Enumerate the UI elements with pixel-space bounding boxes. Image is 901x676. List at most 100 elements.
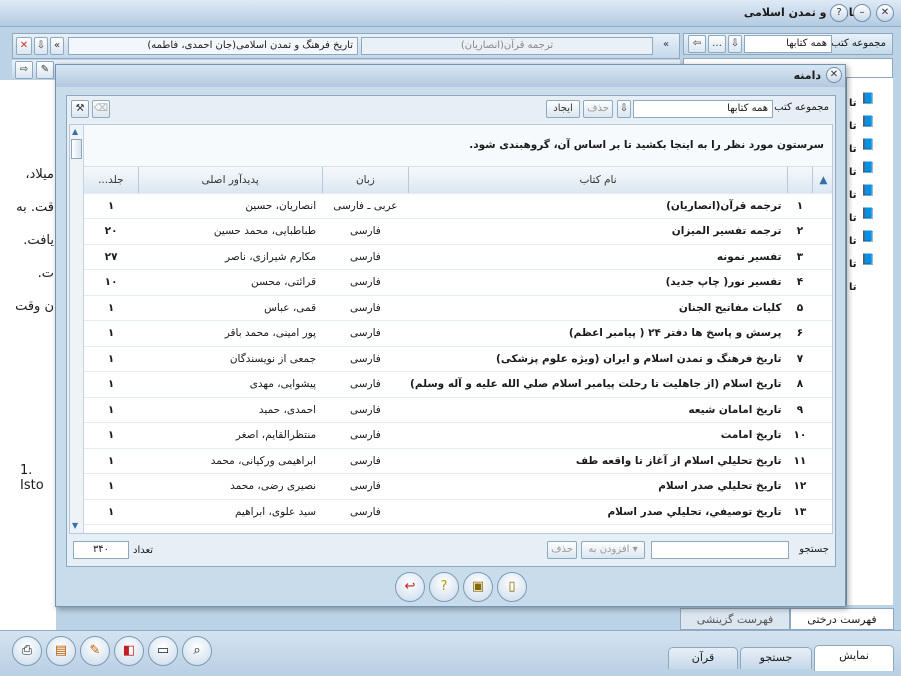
header-author[interactable]: پدیدآور اصلی (137, 167, 323, 194)
cell-author: جمعی از نويسندگان (138, 346, 323, 372)
cell-volume: ١ (84, 295, 139, 321)
tab-tree-list[interactable]: فهرست درختی (790, 608, 894, 630)
header-language[interactable]: زبان (321, 167, 409, 194)
cell-language: فارسی (322, 448, 409, 474)
export-icon[interactable]: ▣ (463, 572, 493, 602)
edit-icon[interactable]: ✎ (80, 636, 110, 666)
book-icon: 📘 (861, 253, 875, 266)
dialog-collection-label: مجموعه کتب (774, 102, 829, 113)
book-icon: 📘 (861, 138, 875, 151)
tab-active-doc[interactable]: تاریخ فرهنگ و تمدن اسلامی(جان احمدی، فاط… (68, 37, 358, 55)
tree-item[interactable]: تا (849, 138, 857, 161)
arrow-down-icon[interactable]: ⇩ (34, 37, 48, 55)
minimize-icon[interactable]: – (853, 4, 871, 22)
table-row[interactable]: ١٠ تاريخ امامت فارسی منتظرالقايم، اصغر ١ (84, 422, 832, 449)
tab-quran[interactable]: قرآن (668, 647, 738, 669)
cell-volume: ١٠ (84, 269, 139, 296)
scroll-thumb[interactable] (71, 139, 82, 159)
table-row[interactable]: ۵ کليات مفاتيح الجنان فارسی قمی، عباس ١ (84, 295, 832, 321)
table-row[interactable]: ٢ ترجمه تفسير الميزان فارسی طباطبايی، محمد … (84, 218, 832, 245)
eraser-icon[interactable]: ⌫ (92, 100, 110, 118)
layout-icon[interactable]: ▭ (148, 636, 178, 666)
wrench-icon[interactable]: ⚒ (71, 100, 89, 118)
row-selector (812, 422, 832, 449)
back-icon[interactable]: ⇦ (688, 35, 706, 53)
tree-item[interactable]: تا (849, 115, 857, 138)
table-row[interactable]: ١٣ تاريخ توصيفي، تحليلي صدر اسلام فارسی سيد… (84, 499, 832, 525)
arrow-down-icon[interactable]: ⇩ (728, 35, 742, 53)
row-num-header[interactable] (786, 167, 813, 194)
search-icon[interactable]: ⌕ (182, 636, 212, 666)
cell-volume: ١ (84, 473, 139, 500)
scroll-down-icon[interactable]: ▼ (72, 521, 78, 530)
books-table: ▲ نام کتاب زبان پدیدآور اصلی جلد... ١ ترج… (84, 167, 832, 525)
row-number: ١٢ (787, 473, 813, 500)
grid-scrollbar[interactable]: ▲ ▼ (70, 125, 84, 533)
print-icon[interactable]: ⎙ (12, 636, 42, 666)
close-doc-icon[interactable]: ✕ (16, 37, 32, 55)
arrow-left-icon[interactable]: « (50, 37, 64, 55)
table-row[interactable]: ١ ترجمه قرآن(انصاريان) عربی ـ فارسی انصاريا… (84, 193, 832, 219)
table-row[interactable]: ١٢ تاريخ تحليلي صدر اسلام فارسی نصيری رضی، … (84, 473, 832, 500)
table-row[interactable]: ١١ تاريخ تحليلي اسلام از آغاز تا واقعه طف… (84, 448, 832, 474)
dialog-collection-select[interactable]: همه کتابها (633, 100, 773, 118)
delete-button[interactable]: حذف (583, 100, 613, 118)
close-icon[interactable]: ✕ (876, 4, 894, 22)
tree-item[interactable]: تا (849, 207, 857, 230)
document-tab-bar: ✕ ⇩ « تاریخ فرهنگ و تمدن اسلامی(جان احمد… (12, 33, 680, 59)
sort-column-header[interactable]: ▲ (811, 167, 832, 194)
tools-icon[interactable]: ✎ (36, 61, 54, 79)
cell-book-name: تاريخ توصيفي، تحليلي صدر اسلام (408, 499, 788, 525)
tab-show[interactable]: نمایش (814, 645, 894, 671)
document-text: میلاد، قت. به یافت. ت. ن وقت (15, 158, 54, 323)
table-row[interactable]: ٣ تفسير نمونه فارسی مکارم شيرازی، ناصر ٢٧ (84, 244, 832, 270)
tree-item[interactable]: تا (849, 184, 857, 207)
scope-dialog: دامنه ✕ مجموعه کتب همه کتابها ⇩ حذف ایجا… (55, 64, 846, 607)
chevron-left-icon[interactable]: « (658, 37, 674, 55)
table-row[interactable]: ۴ تفسير نور( چاپ جديد) فارسی قرائتی، محسن ١٠ (84, 269, 832, 296)
undo-icon[interactable]: ↩ (395, 572, 425, 602)
row-number: ٣ (787, 244, 813, 270)
dialog-close-icon[interactable]: ✕ (826, 67, 842, 83)
books-grid: ▲ ▼ سرستون مورد نظر را به اینجا بکشید تا… (69, 124, 833, 534)
table-row[interactable]: ٨ تاريخ اسلام (از جاهليت تا رحلت پيامبر ا… (84, 371, 832, 398)
cell-book-name: تاريخ تحليلي صدر اسلام (408, 473, 788, 500)
dialog-search-input[interactable] (651, 541, 789, 559)
forward-icon[interactable]: ⇨ (15, 61, 33, 79)
add-to-dropdown[interactable]: افزودن به ▾ (581, 541, 645, 559)
help-bulb-icon[interactable]: ? (429, 572, 459, 602)
group-by-area[interactable]: سرستون مورد نظر را به اینجا بکشید تا بر … (84, 125, 832, 167)
count-label: تعداد (133, 545, 154, 556)
tree-item[interactable]: تا (849, 276, 857, 299)
cell-language: فارسی (322, 244, 409, 270)
header-volume[interactable]: جلد... (84, 167, 139, 194)
bookmark-icon[interactable]: ◧ (114, 636, 144, 666)
delete-button-bottom[interactable]: حذف (547, 541, 577, 559)
scroll-up-icon[interactable]: ▲ (72, 127, 78, 136)
more-icon[interactable]: … (708, 35, 726, 53)
cell-book-name: تاريخ امامان شيعه (408, 397, 788, 423)
tree-item[interactable]: تا (849, 92, 857, 115)
help-icon[interactable]: ? (830, 4, 848, 22)
tab-search[interactable]: جستجو (740, 647, 812, 669)
cell-author: احمدی، حميد (138, 397, 323, 423)
tab-select-list[interactable]: فهرست گزینشی (680, 608, 790, 630)
cell-book-name: ترجمه تفسير الميزان (408, 218, 788, 245)
book-icon: 📘 (861, 207, 875, 220)
collection-select[interactable]: همه کتابها (744, 35, 832, 53)
table-row[interactable]: ٧ تاريخ فرهنگ و تمدن اسلام و ايران (ويژه … (84, 346, 832, 372)
create-button[interactable]: ایجاد (546, 100, 580, 118)
tree-item[interactable]: تا (849, 253, 857, 276)
arrow-down-icon[interactable]: ⇩ (617, 100, 631, 118)
page-icon[interactable]: ▯ (497, 572, 527, 602)
cell-language: عربی ـ فارسی (322, 193, 409, 219)
header-book-name[interactable]: نام کتاب (408, 167, 788, 194)
book-open-icon[interactable]: ▤ (46, 636, 76, 666)
table-row[interactable]: ۶ پرسش و پاسخ ها دفتر ٢۴ ( پيامبر اعظم) فا… (84, 320, 832, 347)
table-row[interactable]: ٩ تاريخ امامان شيعه فارسی احمدی، حميد ١ (84, 397, 832, 423)
row-number: ١ (787, 193, 813, 219)
tree-item[interactable]: تا (849, 161, 857, 184)
tab-quran-doc[interactable]: ترجمه قرآن(انصاريان) (361, 37, 653, 55)
search-label: جستجو (799, 544, 829, 555)
tree-item[interactable]: تا (849, 230, 857, 253)
